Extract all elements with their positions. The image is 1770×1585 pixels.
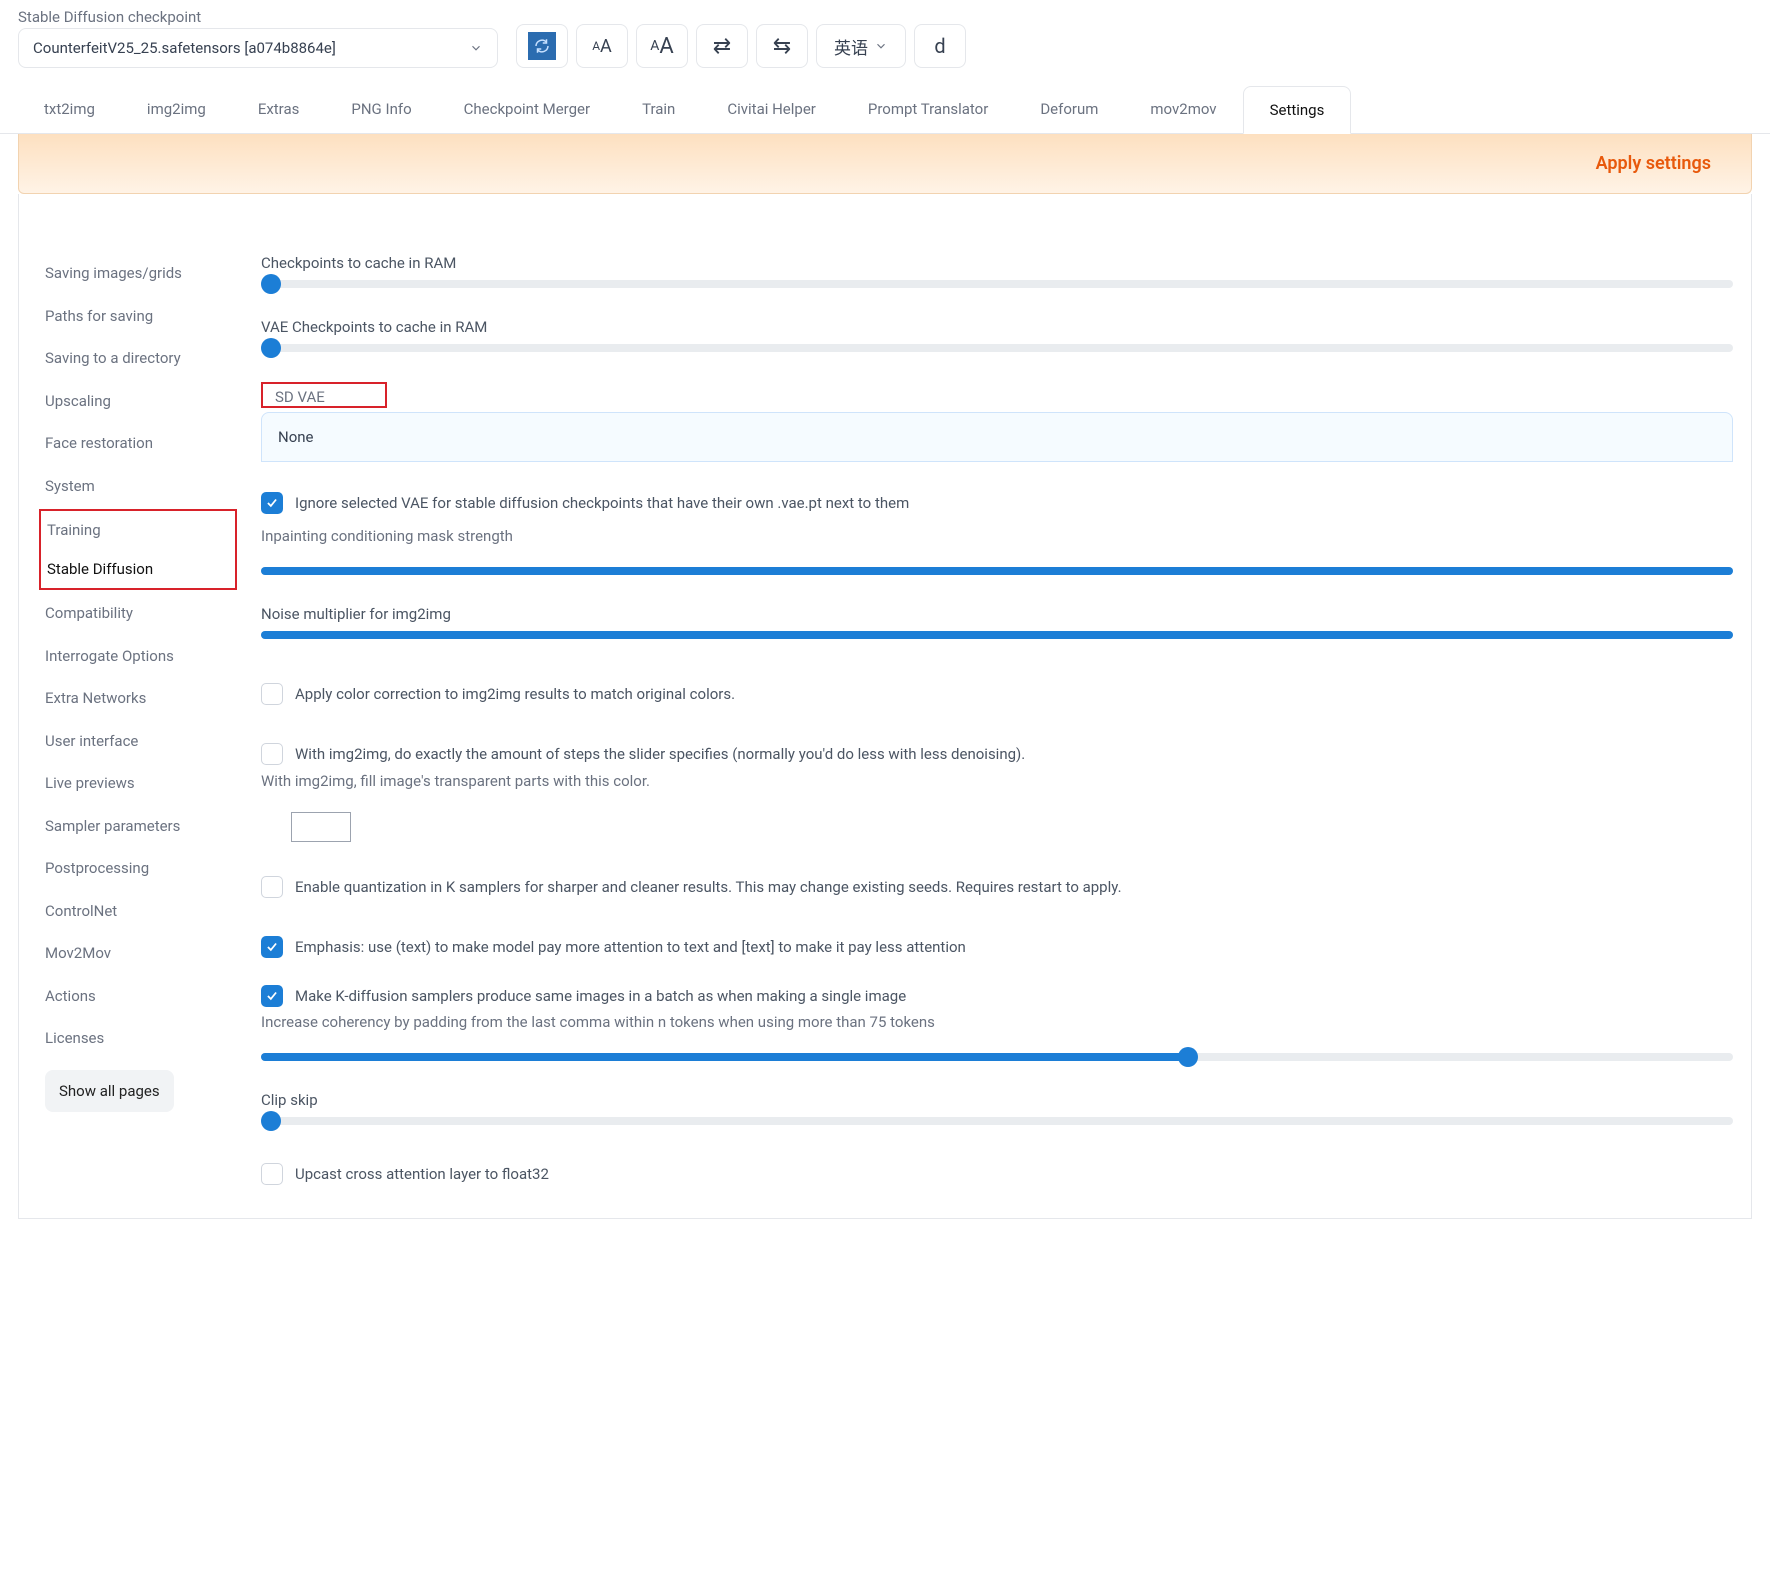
ignore-vae-label: Ignore selected VAE for stable diffusion… bbox=[295, 492, 909, 515]
sidebar-item-compatibility[interactable]: Compatibility bbox=[45, 594, 221, 633]
vae-cache-label: VAE Checkpoints to cache in RAM bbox=[261, 318, 1733, 336]
apply-settings-button[interactable]: Apply settings bbox=[18, 134, 1752, 194]
chevron-down-icon bbox=[874, 39, 888, 53]
checkpoint-label: Stable Diffusion checkpoint bbox=[18, 8, 498, 26]
noise-mult-label: Noise multiplier for img2img bbox=[261, 605, 1733, 623]
translate-toggle-button[interactable]: ⇆ bbox=[756, 24, 808, 68]
settings-main: Checkpoints to cache in RAM VAE Checkpoi… bbox=[261, 254, 1733, 1198]
language-label: 英语 bbox=[834, 34, 868, 59]
checkpoint-value: CounterfeitV25_25.safetensors [a074b8864… bbox=[33, 39, 336, 57]
ckpt-cache-label: Checkpoints to cache in RAM bbox=[261, 254, 1733, 272]
sd-vae-highlight: SD VAE bbox=[261, 382, 387, 408]
sidebar-item-saving-images-grids[interactable]: Saving images/grids bbox=[45, 254, 221, 293]
show-all-pages-button[interactable]: Show all pages bbox=[45, 1070, 174, 1112]
vae-cache-slider[interactable] bbox=[261, 344, 1733, 352]
coherency-slider[interactable] bbox=[261, 1053, 1733, 1061]
sidebar-item-extra-networks[interactable]: Extra Networks bbox=[45, 679, 221, 718]
sidebar-item-training[interactable]: Training bbox=[47, 511, 235, 550]
checkpoint-select[interactable]: CounterfeitV25_25.safetensors [a074b8864… bbox=[18, 28, 498, 68]
exact-steps-label: With img2img, do exactly the amount of s… bbox=[295, 743, 1025, 766]
inpaint-mask-slider[interactable] bbox=[261, 567, 1733, 575]
inpaint-mask-label: Inpainting conditioning mask strength bbox=[261, 527, 1733, 545]
batch-same-checkbox[interactable] bbox=[261, 985, 283, 1007]
sidebar-item-paths-for-saving[interactable]: Paths for saving bbox=[45, 297, 221, 336]
settings-sidebar: Saving images/grids Paths for savingSavin… bbox=[45, 254, 221, 1198]
ckpt-cache-slider[interactable] bbox=[261, 280, 1733, 288]
sidebar-highlight: TrainingStable Diffusion bbox=[39, 509, 237, 590]
sidebar-item-actions[interactable]: Actions bbox=[45, 977, 221, 1016]
emphasis-label: Emphasis: use (text) to make model pay m… bbox=[295, 936, 966, 959]
color-corr-checkbox[interactable] bbox=[261, 683, 283, 705]
batch-same-label: Make K-diffusion samplers produce same i… bbox=[295, 985, 906, 1008]
tab-settings[interactable]: Settings bbox=[1243, 86, 1352, 134]
sidebar-item-user-interface[interactable]: User interface bbox=[45, 722, 221, 761]
tab-txt2img[interactable]: txt2img bbox=[18, 86, 121, 133]
sidebar-item-system[interactable]: System bbox=[45, 467, 221, 506]
exact-steps-checkbox[interactable] bbox=[261, 743, 283, 765]
sidebar-item-sampler-parameters[interactable]: Sampler parameters bbox=[45, 807, 221, 846]
apply-settings-label: Apply settings bbox=[1596, 153, 1711, 174]
tab-mov2mov[interactable]: mov2mov bbox=[1124, 86, 1242, 133]
sidebar-item-controlnet[interactable]: ControlNet bbox=[45, 892, 221, 931]
font-size-small-button[interactable]: AA bbox=[576, 24, 628, 68]
tab-checkpoint-merger[interactable]: Checkpoint Merger bbox=[438, 86, 616, 133]
chevron-down-icon bbox=[469, 41, 483, 55]
refresh-icon bbox=[528, 32, 556, 60]
language-select[interactable]: 英语 bbox=[816, 24, 906, 68]
clip-skip-label: Clip skip bbox=[261, 1091, 1733, 1109]
tab-deforum[interactable]: Deforum bbox=[1014, 86, 1124, 133]
tab-img2img[interactable]: img2img bbox=[121, 86, 232, 133]
sidebar-item-upscaling[interactable]: Upscaling bbox=[45, 382, 221, 421]
sidebar-item-mov-mov[interactable]: Mov2Mov bbox=[45, 934, 221, 973]
tab-prompt-translator[interactable]: Prompt Translator bbox=[842, 86, 1014, 133]
sidebar-item-saving-to-a-directory[interactable]: Saving to a directory bbox=[45, 339, 221, 378]
coherency-label: Increase coherency by padding from the l… bbox=[261, 1013, 1733, 1031]
tab-train[interactable]: Train bbox=[616, 86, 701, 133]
emphasis-checkbox[interactable] bbox=[261, 936, 283, 958]
sd-vae-label: SD VAE bbox=[275, 388, 325, 406]
fill-color-input[interactable] bbox=[291, 812, 351, 842]
upcast-checkbox[interactable] bbox=[261, 1163, 283, 1185]
color-corr-label: Apply color correction to img2img result… bbox=[295, 683, 735, 706]
refresh-button[interactable] bbox=[516, 24, 568, 68]
swap-button[interactable]: ⇄ bbox=[696, 24, 748, 68]
sd-vae-select[interactable]: None bbox=[261, 412, 1733, 462]
tab-civitai-helper[interactable]: Civitai Helper bbox=[701, 86, 842, 133]
d-button[interactable]: d bbox=[914, 24, 966, 68]
tab-extras[interactable]: Extras bbox=[232, 86, 326, 133]
tabs: txt2imgimg2imgExtrasPNG InfoCheckpoint M… bbox=[0, 86, 1770, 134]
tab-png-info[interactable]: PNG Info bbox=[325, 86, 437, 133]
sidebar-item-stable-diffusion[interactable]: Stable Diffusion bbox=[47, 550, 235, 589]
ignore-vae-checkbox[interactable] bbox=[261, 492, 283, 514]
font-size-large-button[interactable]: AA bbox=[636, 24, 688, 68]
sidebar-item-licenses[interactable]: Licenses bbox=[45, 1019, 221, 1058]
clip-skip-slider[interactable] bbox=[261, 1117, 1733, 1125]
sidebar-item-live-previews[interactable]: Live previews bbox=[45, 764, 221, 803]
quantization-checkbox[interactable] bbox=[261, 876, 283, 898]
noise-mult-slider[interactable] bbox=[261, 631, 1733, 639]
sd-vae-value: None bbox=[278, 428, 314, 446]
fill-color-note: With img2img, fill image's transparent p… bbox=[261, 772, 1733, 790]
sidebar-item-postprocessing[interactable]: Postprocessing bbox=[45, 849, 221, 888]
sidebar-item-face-restoration[interactable]: Face restoration bbox=[45, 424, 221, 463]
upcast-label: Upcast cross attention layer to float32 bbox=[295, 1163, 549, 1186]
sidebar-item-interrogate-options[interactable]: Interrogate Options bbox=[45, 637, 221, 676]
quantization-label: Enable quantization in K samplers for sh… bbox=[295, 876, 1122, 899]
